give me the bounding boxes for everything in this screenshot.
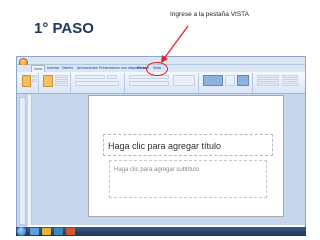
- quick-styles-icon[interactable]: [237, 75, 249, 86]
- text-direction-buttons[interactable]: [173, 75, 195, 86]
- group-drawing-effects: [255, 73, 301, 93]
- group-slides: [41, 73, 71, 93]
- title-placeholder[interactable]: Haga clic para agregar título: [103, 134, 273, 156]
- slide-canvas[interactable]: Haga clic para agregar título Haga clic …: [88, 95, 284, 217]
- paste-icon[interactable]: [22, 75, 31, 87]
- layout-button[interactable]: [55, 75, 68, 78]
- vertical-ruler: [28, 95, 32, 225]
- powerpoint-taskbar-icon[interactable]: [66, 228, 75, 235]
- group-paragraph: [127, 73, 199, 93]
- instruction-note: Ingrese a la pestaña VISTA: [170, 11, 250, 18]
- group-clipboard: [19, 73, 39, 93]
- tab-inicio[interactable]: Inicio: [31, 65, 46, 72]
- subtitle-placeholder[interactable]: Haga clic para agregar subtítulo: [109, 160, 267, 198]
- tab-diseno[interactable]: Diseño: [62, 65, 73, 72]
- media-player-icon[interactable]: [54, 228, 63, 235]
- select-button[interactable]: [282, 83, 298, 86]
- start-button-icon[interactable]: [17, 227, 26, 236]
- arrow-line: [162, 25, 189, 61]
- find-button[interactable]: [282, 75, 298, 78]
- font-format-buttons[interactable]: [75, 81, 119, 86]
- tab-insertar[interactable]: Insertar: [47, 65, 59, 72]
- slide-editing-area: Haga clic para agregar título Haga clic …: [28, 95, 304, 225]
- arrange-icon[interactable]: [225, 75, 235, 86]
- vista-tab-highlight-circle: [146, 62, 168, 76]
- group-font: [73, 73, 125, 93]
- powerpoint-window: Inicio Insertar Diseño Animaciones Prese…: [16, 56, 306, 236]
- new-slide-icon[interactable]: [43, 75, 53, 87]
- reset-button[interactable]: [55, 79, 68, 82]
- shape-effects-button[interactable]: [257, 83, 279, 86]
- folder-icon[interactable]: [42, 228, 51, 235]
- replace-button[interactable]: [282, 79, 298, 82]
- list-buttons[interactable]: [129, 75, 169, 79]
- slides-outline-pane[interactable]: [19, 97, 26, 225]
- shape-outline-button[interactable]: [257, 79, 279, 82]
- cut-icon[interactable]: [32, 75, 37, 78]
- align-buttons[interactable]: [129, 81, 169, 86]
- tab-animaciones[interactable]: Animaciones: [77, 65, 98, 72]
- browser-icon[interactable]: [30, 228, 39, 235]
- delete-button[interactable]: [55, 83, 68, 86]
- font-name-select[interactable]: [75, 75, 105, 79]
- copy-icon[interactable]: [32, 79, 37, 82]
- windows-taskbar: [16, 227, 306, 236]
- font-size-select[interactable]: [107, 75, 117, 79]
- shape-fill-button[interactable]: [257, 75, 279, 78]
- group-drawing: [201, 73, 253, 93]
- step-heading: 1° PASO: [34, 20, 94, 37]
- shapes-gallery-icon[interactable]: [203, 75, 223, 86]
